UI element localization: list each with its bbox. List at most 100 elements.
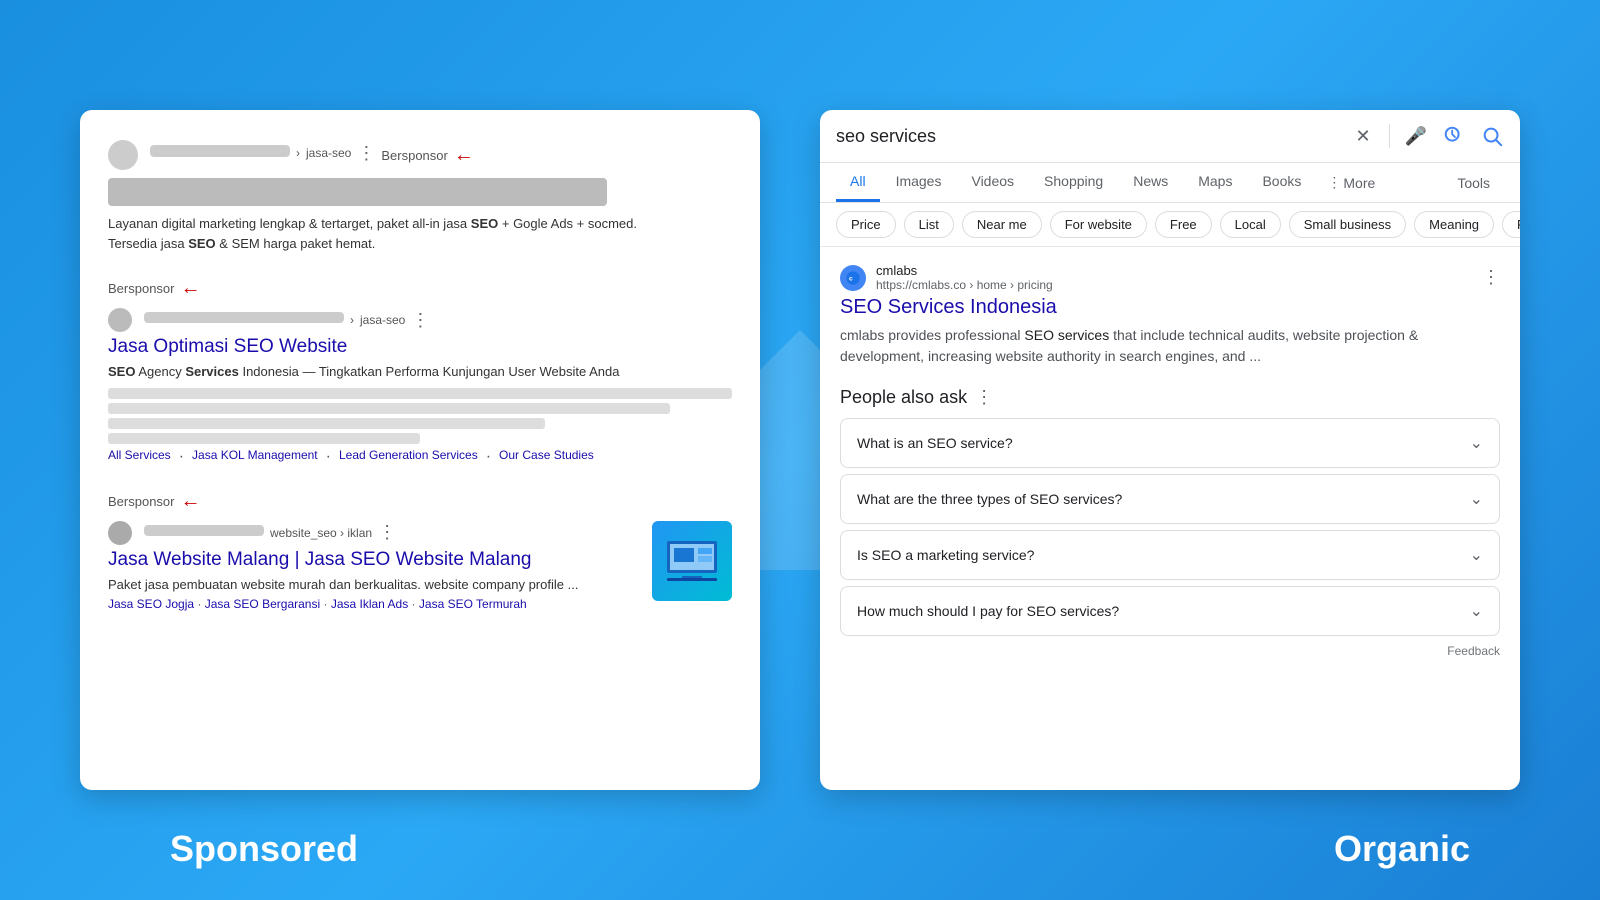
ad-title-link-3[interactable]: Jasa Website Malang | Jasa SEO Website M… (108, 549, 732, 571)
paa-three-dots[interactable]: ⋮ (975, 387, 993, 408)
faq-item-1[interactable]: What is an SEO service? ⌄ (840, 418, 1500, 468)
ad-sub-link-4[interactable]: Jasa SEO Termurah (419, 597, 527, 611)
url-jasa-seo: jasa-seo (306, 146, 351, 160)
blurred-extra-4 (108, 433, 420, 444)
ad-sub-link-2[interactable]: Jasa SEO Bergaransi (205, 597, 320, 611)
ad-block-1: › jasa-seo ⋮ Bersponsor ← Layanan digita… (108, 140, 732, 253)
clear-icon[interactable]: ✕ (1351, 124, 1375, 148)
faq-item-3[interactable]: Is SEO a marketing service? ⌄ (840, 530, 1500, 580)
ad-sub-link-1[interactable]: Jasa SEO Jogja (108, 597, 194, 611)
faq-chevron-3: ⌄ (1470, 545, 1483, 565)
faq-chevron-2: ⌄ (1470, 489, 1483, 509)
tab-more[interactable]: ⋮ More (1317, 164, 1385, 201)
dot-s3: · (412, 597, 419, 611)
dot-s1: · (197, 597, 204, 611)
feedback-link[interactable]: Feedback (840, 644, 1500, 658)
faq-question-1: What is an SEO service? (857, 435, 1013, 451)
pill-local[interactable]: Local (1220, 211, 1281, 238)
ad-description-3: Paket jasa pembuatan website murah dan b… (108, 575, 732, 614)
ad-sub-link-3[interactable]: Jasa Iklan Ads (331, 597, 408, 611)
ad-url-row-2: › jasa-seo ⋮ (108, 308, 732, 332)
search-icon[interactable] (1480, 124, 1504, 148)
ad-block-3: Bersponsor ← (108, 490, 732, 620)
search-tabs: All Images Videos Shopping News Maps Boo… (820, 163, 1520, 203)
faq-item-2[interactable]: What are the three types of SEO services… (840, 474, 1500, 524)
more-dots-icon: ⋮ (1327, 174, 1341, 191)
pill-meaning[interactable]: Meaning (1414, 211, 1494, 238)
faq-chevron-4: ⌄ (1470, 601, 1483, 621)
bersponsor-row-2: Bersponsor ← (108, 277, 732, 300)
tab-images[interactable]: Images (882, 163, 956, 202)
tab-books[interactable]: Books (1248, 163, 1315, 202)
tab-news[interactable]: News (1119, 163, 1182, 202)
organic-panel: seo services ✕ 🎤 (820, 110, 1520, 790)
site-info: cmlabs https://cmlabs.co › home › pricin… (876, 263, 1472, 292)
faq-question-3: Is SEO a marketing service? (857, 547, 1034, 563)
blurred-extra-1 (108, 388, 732, 399)
tab-all[interactable]: All (836, 163, 880, 202)
result-site-row: c cmlabs https://cmlabs.co › home › pric… (840, 263, 1500, 292)
voice-search-icon[interactable]: 🎤 (1404, 124, 1428, 148)
red-arrow-1: ← (454, 144, 474, 167)
pill-free[interactable]: Free (1155, 211, 1212, 238)
blurred-extra-2 (108, 403, 670, 414)
bersponsor-row-3: Bersponsor ← (108, 490, 732, 513)
faq-item-4[interactable]: How much should I pay for SEO services? … (840, 586, 1500, 636)
three-dots-1[interactable]: ⋮ (357, 143, 375, 164)
faq-chevron-1: ⌄ (1470, 433, 1483, 453)
pill-list[interactable]: List (904, 211, 954, 238)
tab-videos[interactable]: Videos (957, 163, 1028, 202)
tab-maps[interactable]: Maps (1184, 163, 1246, 202)
lens-icon[interactable] (1442, 124, 1466, 148)
ad-link-case[interactable]: Our Case Studies (499, 448, 594, 466)
bersponsor-label-2: Bersponsor (108, 281, 174, 296)
url-website-seo: website_seo › iklan (270, 526, 372, 540)
feedback-text: Feedback (1447, 644, 1500, 658)
pill-price[interactable]: Price (836, 211, 896, 238)
url-separator: › (296, 146, 300, 160)
search-icons: ✕ 🎤 (1351, 124, 1504, 148)
ad-link-kol[interactable]: Jasa KOL Management (192, 448, 318, 466)
faq-question-2: What are the three types of SEO services… (857, 491, 1122, 507)
blurred-url-bar-2 (144, 312, 344, 323)
result-title[interactable]: SEO Services Indonesia (840, 296, 1500, 319)
dot-sep-2: · (326, 448, 331, 466)
result-three-dots[interactable]: ⋮ (1482, 267, 1500, 288)
three-dots-3[interactable]: ⋮ (378, 522, 396, 543)
svg-text:c: c (849, 275, 853, 282)
red-arrow-2: ← (180, 277, 200, 300)
ad-url-row-1: › jasa-seo ⋮ (150, 143, 375, 164)
tab-shopping[interactable]: Shopping (1030, 163, 1117, 202)
tab-tools[interactable]: Tools (1443, 165, 1504, 201)
ad-link-all-services[interactable]: All Services (108, 448, 171, 466)
divider (1389, 124, 1390, 148)
tab-more-label: More (1343, 175, 1375, 191)
organic-content: c cmlabs https://cmlabs.co › home › pric… (820, 247, 1520, 674)
pill-for-website[interactable]: For website (1050, 211, 1147, 238)
blurred-title-1 (108, 178, 607, 206)
red-arrow-3: ← (180, 490, 200, 513)
ad-block-2: Bersponsor ← › jasa-seo ⋮ Jasa Optimasi … (108, 277, 732, 466)
three-dots-2[interactable]: ⋮ (411, 310, 429, 331)
blurred-extra-3 (108, 418, 545, 429)
url-separator-2: › (350, 313, 354, 327)
people-also-ask-title: People also ask (840, 387, 967, 408)
blurred-url-bar (150, 145, 290, 157)
ad-link-lead[interactable]: Lead Generation Services (339, 448, 478, 466)
ad-title-link-2[interactable]: Jasa Optimasi SEO Website (108, 336, 732, 358)
site-name: cmlabs (876, 263, 1472, 278)
people-also-ask-header: People also ask ⋮ (840, 387, 1500, 408)
label-sponsored: Sponsored (170, 828, 358, 870)
bersponsor-label-3: Bersponsor (108, 494, 174, 509)
pill-small-business[interactable]: Small business (1289, 211, 1406, 238)
ad-url-row-3: website_seo › iklan ⋮ (108, 521, 640, 545)
filter-pills: Price List Near me For website Free Loca… (820, 203, 1520, 247)
ad-description-2: SEO Agency Services Indonesia — Tingkatk… (108, 362, 732, 382)
ad-logo-1 (108, 140, 138, 170)
result-description: cmlabs provides professional SEO service… (840, 325, 1500, 367)
pill-fiver[interactable]: Fiver... (1502, 211, 1520, 238)
ad-logo-2 (108, 308, 132, 332)
url-jasa-seo-2: jasa-seo (360, 313, 405, 327)
pill-near-me[interactable]: Near me (962, 211, 1042, 238)
ad-extra-links: All Services · Jasa KOL Management · Lea… (108, 448, 732, 466)
